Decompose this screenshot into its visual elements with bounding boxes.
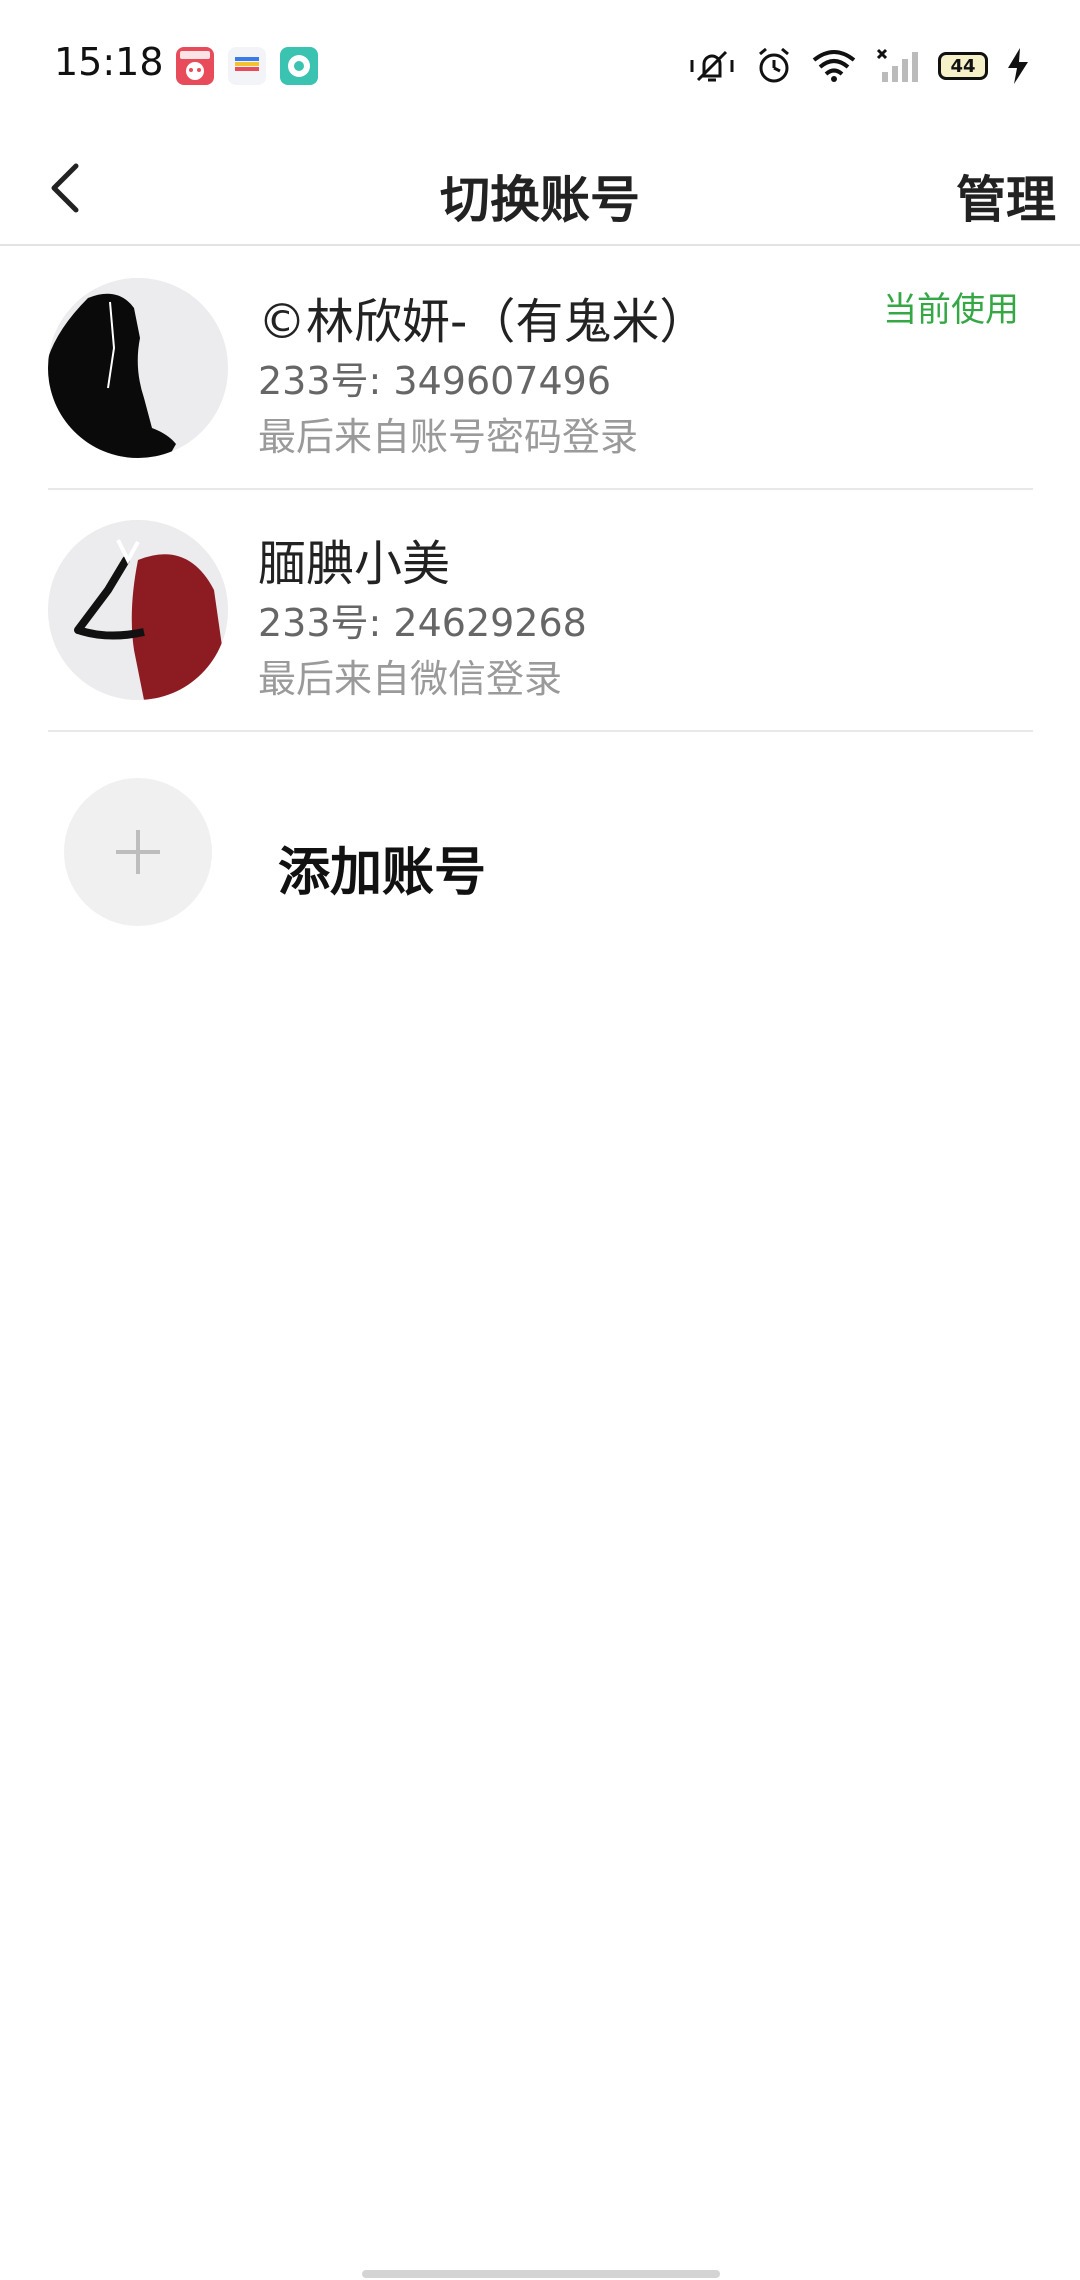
account-id: 233号: 24629268 (258, 601, 587, 645)
shopping-app-icon (176, 47, 214, 85)
charging-icon (1008, 48, 1028, 84)
wifi-icon (812, 50, 856, 82)
account-name: 腼腆小美 (258, 536, 451, 592)
chat-app-icon (280, 47, 318, 85)
current-account-badge: 当前使用 (883, 290, 1019, 330)
account-item[interactable]: 腼腆小美 233号: 24629268 最后来自微信登录 (48, 490, 1033, 732)
avatar (48, 520, 228, 700)
account-id: 233号: 349607496 (258, 359, 612, 403)
app-header: 切换账号 管理 (0, 132, 1080, 246)
status-icons: 44 (688, 44, 1028, 88)
add-account-button[interactable]: 添加账号 (48, 770, 1033, 930)
home-indicator[interactable] (362, 2270, 720, 2278)
add-account-circle (64, 778, 212, 926)
vibrate-icon (690, 50, 734, 82)
add-account-label: 添加账号 (278, 843, 487, 903)
account-name: ©林欣妍-（有鬼米） (258, 294, 708, 350)
status-time: 15:18 (54, 40, 164, 84)
status-bar: 15:18 44 (0, 0, 1080, 132)
account-login-method: 最后来自账号密码登录 (258, 415, 639, 459)
account-item[interactable]: ©林欣妍-（有鬼米） 233号: 349607496 最后来自账号密码登录 当前… (48, 248, 1033, 490)
manage-button[interactable]: 管理 (956, 160, 1056, 232)
wallet-app-icon (228, 47, 266, 85)
avatar (48, 278, 228, 458)
page-title: 切换账号 (440, 171, 640, 229)
alarm-icon (759, 47, 789, 83)
plus-icon (116, 830, 160, 874)
signal-icon (876, 48, 918, 82)
account-login-method: 最后来自微信登录 (258, 657, 563, 701)
battery-icon: 44 (938, 52, 988, 80)
